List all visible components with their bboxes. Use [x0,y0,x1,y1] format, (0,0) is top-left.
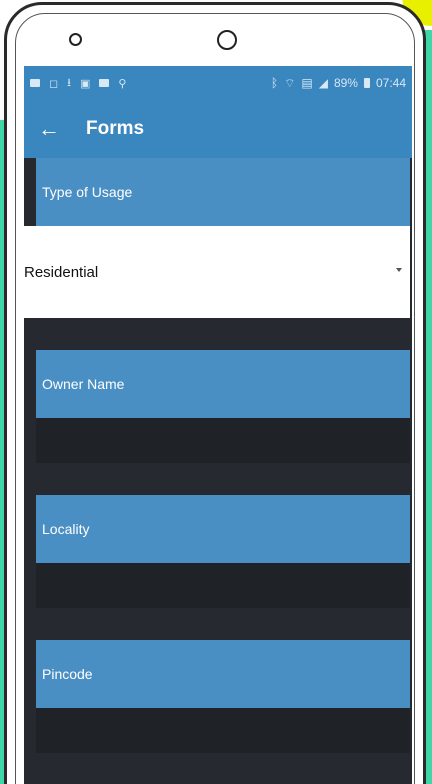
locality-input[interactable] [36,563,410,608]
signal-icon: ◢ [318,76,328,90]
stage: ◻ ⭳ ▣ ⚲ ᛒ ⌔ ▤ ◢ 89% 07:44 ← Forms Type o… [0,0,432,784]
locality-label: Locality [36,495,410,563]
pincode-input[interactable] [36,708,410,753]
owner-name-input[interactable] [36,418,410,463]
app-toolbar: ← Forms [24,100,412,158]
wifi-icon: ⌔ [284,75,296,90]
chat-icon [99,79,110,87]
battery-percent: 89% [333,76,358,90]
back-arrow-icon[interactable]: ← [38,116,64,142]
notification-icons: ◻ ⭳ ▣ ⚲ [30,74,126,93]
owner-name-label: Owner Name [36,350,410,418]
pincode-label: Pincode [36,640,410,708]
screenshot-icon: ◻ [49,77,59,90]
battery-icon [363,78,370,88]
download-icon: ⭳ [67,76,71,89]
dropdown-arrow-icon [396,268,402,272]
message-icon [30,79,40,87]
status-bar: ◻ ⭳ ▣ ⚲ ᛒ ⌔ ▤ ◢ 89% 07:44 [24,66,412,100]
type-of-usage-value: Residential [24,263,99,281]
bluetooth-icon: ᛒ [270,76,279,90]
page-title: Forms [86,118,145,139]
type-of-usage-select[interactable]: Residential [24,226,410,318]
system-icons: ᛒ ⌔ ▤ ◢ 89% 07:44 [271,76,406,91]
clock: 07:44 [375,76,406,90]
front-camera [217,30,237,50]
sim-icon: ▤ [301,76,313,90]
search-icon: ⚲ [118,77,127,90]
proximity-sensor [69,33,82,46]
form: Type of Usage Residential Owner Name Loc… [24,158,412,753]
type-of-usage-label: Type of Usage [36,158,410,226]
app-screen: ◻ ⭳ ▣ ⚲ ᛒ ⌔ ▤ ◢ 89% 07:44 ← Forms Type o… [24,66,412,784]
image-icon: ▣ [80,77,91,90]
